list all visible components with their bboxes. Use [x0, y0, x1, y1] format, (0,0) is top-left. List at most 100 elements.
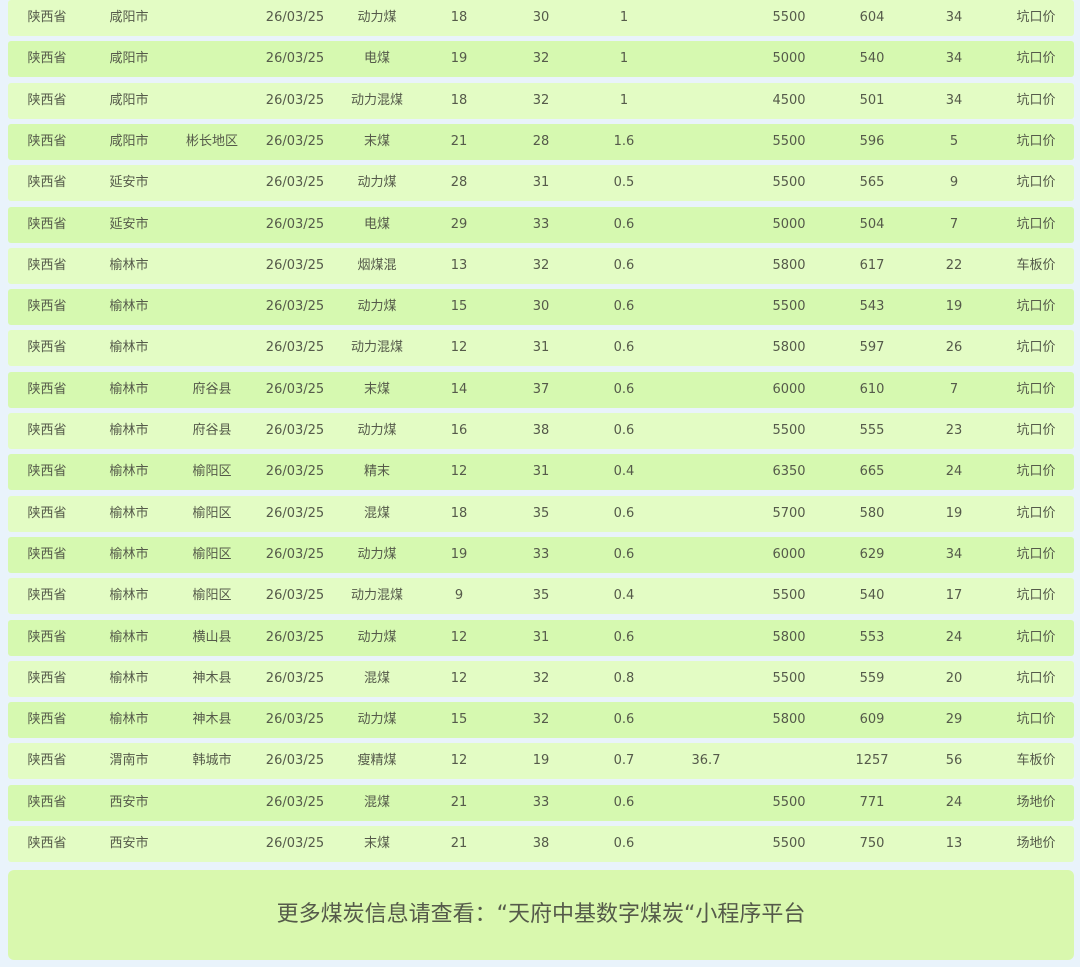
cell-coal-type: 精末	[363, 464, 390, 480]
footer-text: 更多煤炭信息请查看：“天府中基数字煤炭“小程序平台	[276, 902, 806, 927]
cell-price: 597	[859, 340, 885, 356]
table-row: 陕西省 榆林市 府谷县 26/03/25 末煤 14 37 0.6 6000 610 7 坑口价	[8, 371, 1074, 408]
cell-coal-type: 动力混煤	[350, 588, 403, 604]
cell-col-8: 0.6	[613, 794, 635, 810]
cell-date: 26/03/25	[265, 629, 325, 645]
cell-col-8: 0.6	[613, 712, 635, 728]
cell-price-type: 坑口价	[1016, 629, 1056, 645]
cell-province: 陕西省	[27, 423, 67, 438]
cell-price-type: 坑口价	[1016, 10, 1056, 25]
cell-district: 神木县	[192, 670, 232, 686]
cell-calorific: 5800	[772, 629, 806, 645]
cell-calorific: 6000	[772, 381, 806, 397]
cell-col-12: 5	[949, 133, 959, 149]
cell-col-12: 20	[945, 670, 963, 686]
cell-calorific: 5500	[772, 423, 806, 438]
cell-coal-type: 动力煤	[357, 299, 397, 315]
cell-province: 陕西省	[27, 340, 67, 356]
cell-province: 陕西省	[27, 546, 67, 562]
cell-col-6: 15	[450, 712, 468, 728]
footer-banner: 更多煤炭信息请查看：“天府中基数字煤炭“小程序平台	[8, 870, 1074, 960]
cell-price: 553	[859, 629, 885, 645]
cell-calorific: 5500	[772, 299, 806, 315]
cell-col-9	[671, 165, 741, 201]
cell-col-12: 24	[945, 794, 963, 810]
cell-price: 609	[859, 712, 885, 728]
cell-city: 榆林市	[109, 340, 149, 356]
cell-price: 565	[859, 175, 885, 191]
cell-col-8: 0.5	[613, 175, 635, 191]
cell-col-7: 32	[532, 257, 550, 273]
cell-col-12: 34	[945, 92, 963, 108]
cell-col-8: 0.4	[613, 588, 635, 604]
cell-date: 26/03/25	[265, 216, 325, 232]
cell-col-9	[671, 826, 741, 862]
cell-col-7: 35	[532, 505, 550, 521]
cell-date: 26/03/25	[265, 670, 325, 686]
cell-calorific: 6350	[772, 464, 806, 480]
cell-col-6: 19	[450, 51, 468, 67]
cell-col-9	[671, 578, 741, 614]
cell-col-8: 1.6	[613, 133, 635, 149]
cell-district: 横山县	[192, 629, 232, 645]
cell-district: 府谷县	[192, 381, 232, 397]
cell-col-12: 19	[945, 505, 963, 521]
cell-district: 府谷县	[192, 423, 232, 438]
cell-district: 韩城市	[192, 753, 232, 769]
cell-col-9	[671, 207, 741, 243]
cell-province: 陕西省	[27, 51, 67, 67]
cell-col-8: 1	[619, 51, 629, 67]
cell-district	[172, 207, 252, 243]
cell-col-6: 12	[450, 464, 468, 480]
cell-col-8: 0.6	[613, 836, 635, 851]
cell-date: 26/03/25	[265, 588, 325, 604]
cell-col-7: 31	[532, 175, 550, 191]
cell-col-7: 32	[532, 670, 550, 686]
cell-price-type: 坑口价	[1016, 299, 1056, 315]
cell-province: 陕西省	[27, 381, 67, 397]
cell-col-9	[671, 289, 741, 325]
table-row: 陕西省 咸阳市 26/03/25 动力煤 18 30 1 5500 604 34 坑口价	[8, 0, 1074, 36]
cell-col-6: 18	[450, 10, 468, 25]
cell-district	[172, 289, 252, 325]
cell-col-12: 13	[945, 836, 963, 851]
cell-col-8: 0.6	[613, 629, 635, 645]
cell-coal-type: 烟煤混	[357, 257, 397, 273]
cell-province: 陕西省	[27, 588, 67, 604]
cell-price: 501	[859, 92, 885, 108]
cell-col-6: 29	[450, 216, 468, 232]
cell-province: 陕西省	[27, 175, 67, 191]
cell-coal-type: 瘦精煤	[357, 753, 397, 769]
cell-date: 26/03/25	[265, 340, 325, 356]
cell-coal-type: 动力混煤	[350, 92, 403, 108]
cell-price: 610	[859, 381, 885, 397]
cell-calorific: 5500	[772, 836, 806, 851]
cell-city: 延安市	[109, 175, 149, 191]
cell-col-9	[671, 372, 741, 408]
cell-col-7: 31	[532, 629, 550, 645]
cell-price-type: 车板价	[1016, 257, 1056, 273]
cell-province: 陕西省	[27, 216, 67, 232]
cell-price-type: 场地价	[1016, 836, 1056, 851]
cell-calorific: 4500	[772, 92, 806, 108]
cell-city: 榆林市	[109, 381, 149, 397]
cell-col-7: 19	[532, 753, 550, 769]
cell-col-8: 0.7	[613, 753, 635, 769]
cell-date: 26/03/25	[265, 753, 325, 769]
cell-col-12: 24	[945, 629, 963, 645]
cell-col-6: 9	[454, 588, 464, 604]
cell-province: 陕西省	[27, 505, 67, 521]
table-row: 陕西省 延安市 26/03/25 动力煤 28 31 0.5 5500 565 9 坑口价	[8, 165, 1074, 202]
cell-price-type: 坑口价	[1016, 92, 1056, 108]
cell-price: 559	[859, 670, 885, 686]
cell-coal-type: 电煤	[363, 216, 390, 232]
cell-col-12: 17	[945, 588, 963, 604]
cell-district	[172, 41, 252, 77]
cell-col-6: 12	[450, 753, 468, 769]
cell-date: 26/03/25	[265, 381, 325, 397]
cell-price-type: 坑口价	[1016, 464, 1056, 480]
cell-col-7: 38	[532, 423, 550, 438]
cell-coal-type: 动力煤	[357, 546, 397, 562]
cell-district: 神木县	[192, 712, 232, 728]
cell-col-8: 0.6	[613, 257, 635, 273]
